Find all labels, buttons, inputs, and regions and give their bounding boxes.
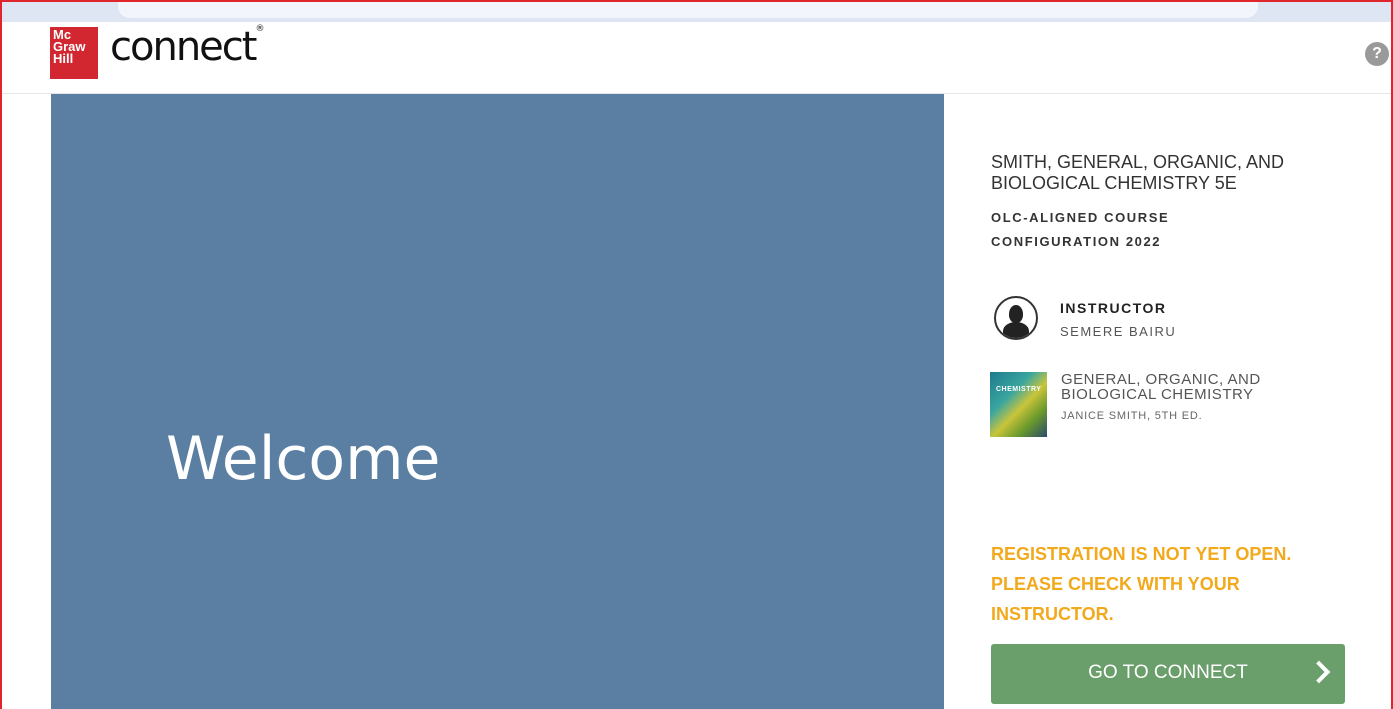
course-info-panel: SMITH, GENERAL, ORGANIC, AND BIOLOGICAL … — [944, 94, 1393, 709]
mcgraw-hill-logo[interactable]: Mc Graw Hill — [50, 27, 98, 79]
book-title: GENERAL, ORGANIC, AND BIOLOGICAL CHEMIST… — [1061, 371, 1261, 403]
registration-status-message: REGISTRATION IS NOT YET OPEN. PLEASE CHE… — [991, 544, 1292, 624]
book-cover-text: CHEMISTRY — [996, 386, 1042, 393]
person-avatar-icon — [994, 296, 1038, 340]
instructor-label: INSTRUCTOR — [1060, 300, 1167, 316]
book-cover-image: CHEMISTRY — [990, 372, 1047, 437]
go-to-connect-label: GO TO CONNECT — [1088, 662, 1248, 683]
instructor-name: SEMERE BAIRU — [1060, 324, 1177, 339]
course-title: SMITH, GENERAL, ORGANIC, AND BIOLOGICAL … — [991, 152, 1285, 193]
trademark-symbol: ® — [255, 24, 265, 34]
welcome-title: Welcome — [166, 424, 441, 494]
app-header: Mc Graw Hill connect® ? — [0, 22, 1393, 94]
go-to-connect-button[interactable]: GO TO CONNECT — [991, 644, 1345, 704]
logo-line-3: Hill — [53, 51, 74, 66]
connect-wordmark[interactable]: connect® — [110, 24, 264, 70]
course-subtitle: OLC-ALIGNED COURSE CONFIGURATION 2022 — [991, 210, 1170, 249]
avatar-shoulders — [1003, 322, 1029, 338]
avatar-head — [1009, 305, 1023, 323]
browser-address-area — [118, 0, 1258, 18]
welcome-hero: Welcome — [51, 94, 944, 709]
product-name: connect — [110, 24, 257, 70]
book-author: JANICE SMITH, 5TH ED. — [1061, 410, 1203, 422]
help-icon[interactable]: ? — [1365, 42, 1389, 66]
browser-chrome-strip — [0, 0, 1393, 22]
